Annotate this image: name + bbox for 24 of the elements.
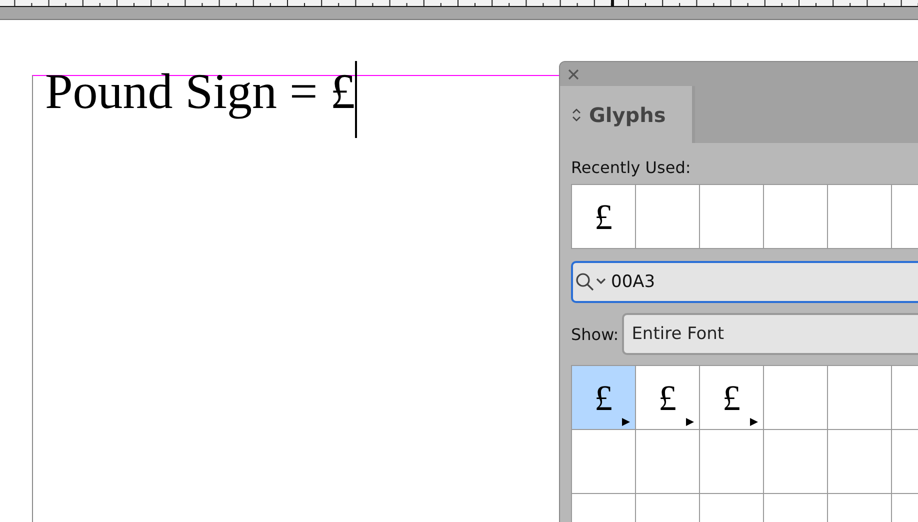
glyph-cell[interactable] [636, 430, 700, 494]
glyph-cell[interactable] [764, 430, 828, 494]
recent-glyph-cell[interactable] [828, 185, 892, 249]
recent-glyph-cell[interactable] [636, 185, 700, 249]
glyph-cell[interactable] [828, 430, 892, 494]
search-icon [575, 272, 607, 292]
show-label: Show: [571, 324, 619, 344]
close-icon[interactable] [568, 68, 579, 80]
glyph-cell[interactable]: £ [572, 366, 636, 430]
glyph-cell[interactable]: £ [636, 366, 700, 430]
glyph-cell[interactable] [764, 366, 828, 430]
recently-used-label: Recently Used: [571, 158, 691, 177]
glyph-cell[interactable]: £ [700, 366, 764, 430]
recent-glyph-cell[interactable] [764, 185, 828, 249]
up-down-icon [572, 108, 581, 122]
show-dropdown[interactable]: Entire Font [622, 313, 918, 355]
search-field[interactable]: 00A3 [571, 261, 918, 303]
glyph-cell[interactable] [572, 430, 636, 494]
recent-glyph-cell[interactable]: £ [572, 185, 636, 249]
glyph-cell[interactable] [700, 430, 764, 494]
document-text[interactable]: Pound Sign = £ [45, 62, 356, 120]
recent-glyph-cell[interactable] [700, 185, 764, 249]
glyph-cell[interactable] [828, 366, 892, 430]
panel-tab[interactable]: Glyphs [560, 86, 695, 143]
